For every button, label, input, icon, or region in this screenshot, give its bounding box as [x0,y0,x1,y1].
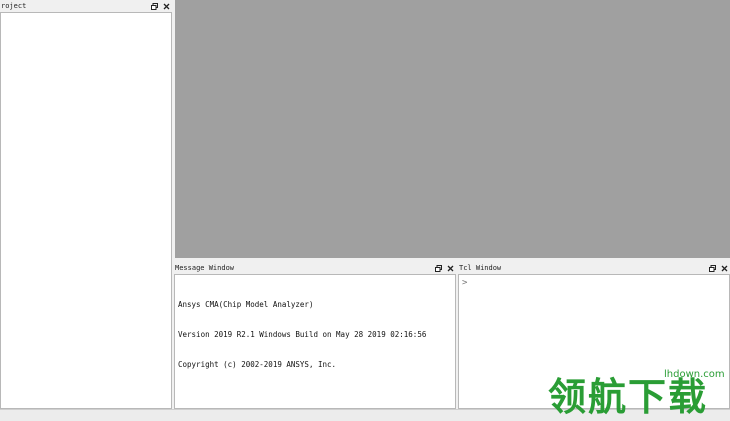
message-line: Ansys CMA(Chip Model Analyzer) [178,300,314,309]
message-line: Copyright (c) 2002-2019 ANSYS, Inc. [178,360,337,369]
workspace-area[interactable] [175,0,730,258]
float-icon[interactable] [708,262,716,274]
float-icon[interactable] [434,262,442,274]
project-panel: roject [0,0,172,409]
close-icon[interactable] [720,262,728,274]
message-output[interactable]: Ansys CMA(Chip Model Analyzer) Version 2… [174,274,456,409]
message-panel: Message Window Ansys CMA(Chip Model Anal… [174,262,456,409]
project-tree[interactable] [0,12,172,409]
float-icon[interactable] [150,0,158,12]
watermark-url: lhdown.com [664,369,725,380]
close-icon[interactable] [162,0,170,12]
tcl-prompt: > [462,278,468,288]
tcl-title: Tcl Window [459,264,502,272]
project-title: roject [1,2,27,10]
close-icon[interactable] [446,262,454,274]
message-title: Message Window [175,264,235,272]
message-line: Version 2019 R2.1 Windows Build on May 2… [178,330,427,339]
